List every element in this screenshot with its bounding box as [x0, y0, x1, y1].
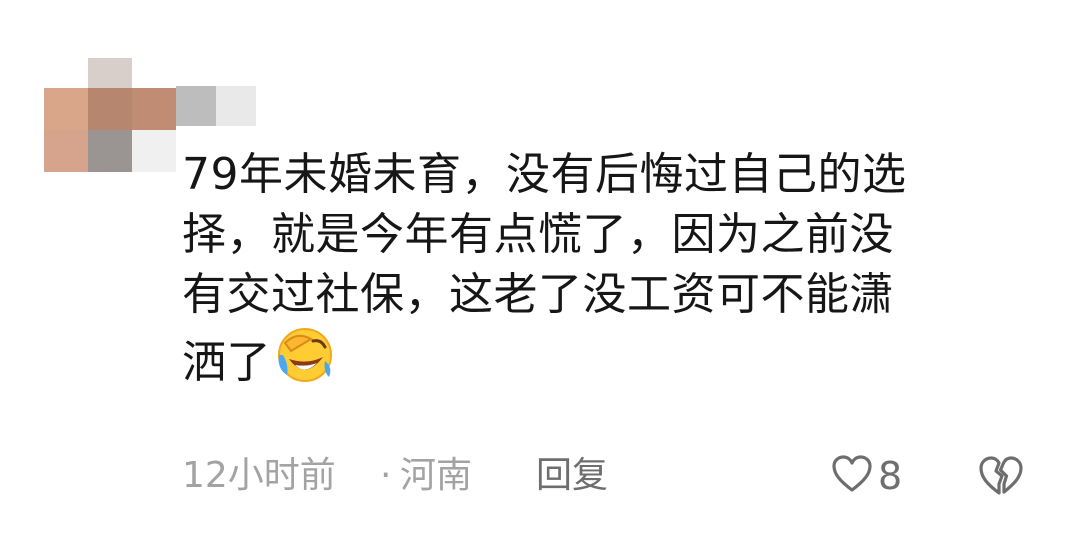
broken-heart-icon: [979, 456, 1023, 495]
comment-time: 12小时前: [182, 455, 336, 496]
laughing-crying-face-icon: [275, 325, 333, 399]
comment-line-last: 洒了: [182, 325, 1022, 399]
comment-line: 79年未婚未育，没有后悔过自己的选: [182, 149, 907, 200]
comment-meta: 12小时前 · 河南 回复 8: [182, 448, 1042, 504]
username-mosaic-tile: [176, 86, 216, 126]
avatar-mosaic-tile: [132, 88, 176, 130]
comment-text: 79年未婚未育，没有后悔过自己的选 择，就是今年有点慌了，因为之前没 有交过社保…: [182, 145, 1022, 399]
heart-outline-icon: [832, 455, 872, 492]
username-mosaic-tile: [216, 86, 256, 126]
avatar-mosaic-tile: [132, 130, 176, 172]
comment-line: 择，就是今年有点慌了，因为之前没: [182, 209, 894, 260]
avatar-mosaic-tile: [88, 130, 132, 172]
meta-separator: ·: [380, 455, 392, 496]
avatar[interactable]: [44, 46, 176, 174]
comment-line: 有交过社保，这老了没工资可不能潇: [182, 269, 894, 320]
comment-line-text: 洒了: [182, 337, 271, 388]
username-blurred[interactable]: [176, 86, 262, 128]
avatar-mosaic-tile: [88, 88, 132, 130]
dislike-button[interactable]: [978, 455, 1024, 514]
like-count: 8: [878, 454, 903, 498]
reply-button[interactable]: 回复: [536, 448, 608, 504]
comment-location: 河南: [400, 455, 473, 496]
avatar-mosaic-tile: [44, 130, 88, 172]
avatar-mosaic-tile: [44, 88, 88, 130]
